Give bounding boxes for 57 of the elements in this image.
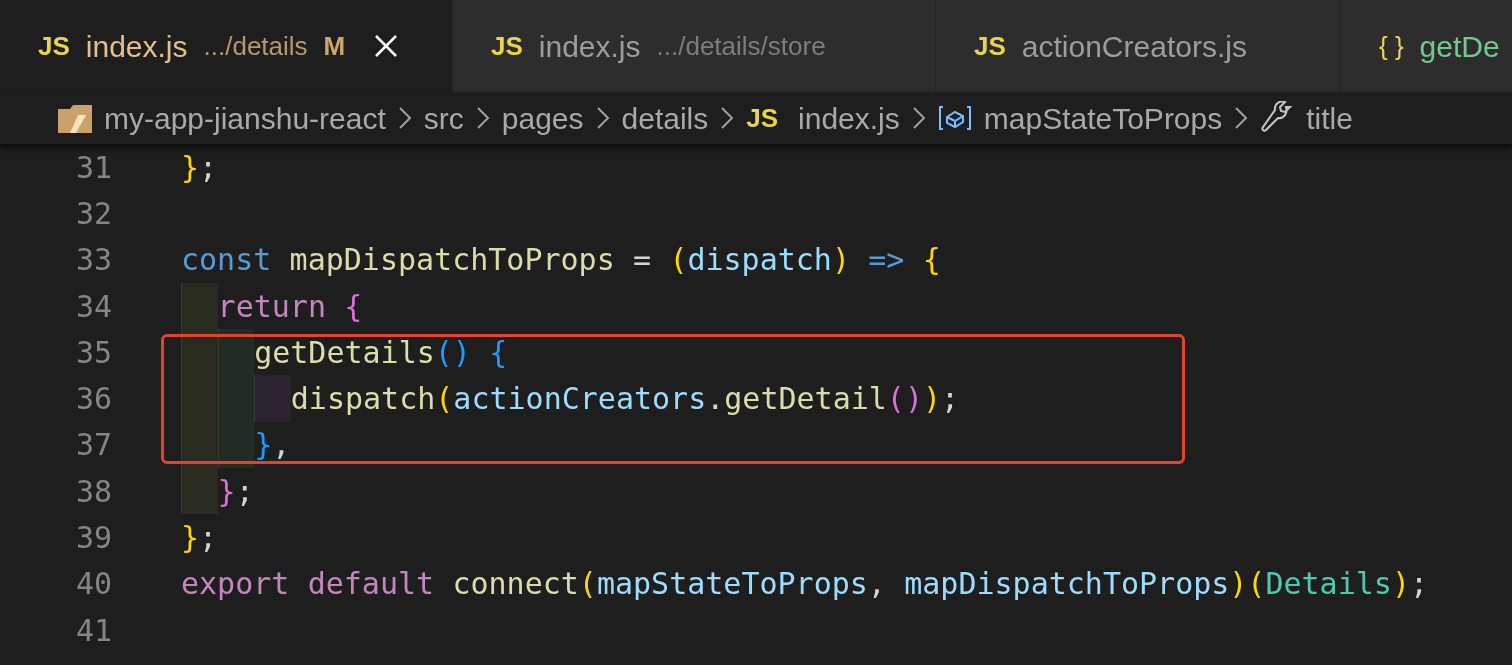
tab-label: index.js bbox=[538, 28, 641, 65]
tab-label: getDe bbox=[1419, 28, 1500, 65]
code-line: }; bbox=[217, 472, 254, 511]
editor-tab[interactable]: JS index.js .../details/store bbox=[452, 0, 935, 92]
line-number: 33 bbox=[74, 241, 112, 280]
chevron-icon bbox=[595, 106, 610, 130]
line-number: 37 bbox=[74, 426, 112, 465]
line-number: 40 bbox=[74, 565, 112, 604]
code-line: }; bbox=[181, 148, 218, 187]
code-line: }, bbox=[254, 426, 291, 465]
line-number: 35 bbox=[74, 333, 112, 372]
breadcrumb-item[interactable]: mapStateToProps bbox=[983, 95, 1223, 141]
variable-icon bbox=[937, 105, 972, 131]
code-line: const mapDispatchToProps = (dispatch) => { bbox=[181, 241, 941, 280]
code-line: }; bbox=[181, 519, 218, 557]
line-number: 41 bbox=[74, 611, 112, 650]
code-line: dispatch(actionCreators.getDetail()); bbox=[290, 380, 960, 419]
breadcrumb-item[interactable]: pages bbox=[501, 95, 584, 141]
indent-guide bbox=[254, 375, 291, 422]
file-type-icon: JS bbox=[746, 98, 779, 138]
editor-tab[interactable]: { } getDe bbox=[1340, 0, 1512, 92]
chevron-icon bbox=[1234, 106, 1249, 130]
editor-tab[interactable]: JS actionCreators.js bbox=[935, 0, 1340, 92]
breadcrumb-item[interactable]: my-app-jianshu-react bbox=[104, 95, 386, 141]
line-number: 34 bbox=[74, 287, 112, 326]
breadcrumb-item[interactable]: title bbox=[1306, 95, 1353, 141]
tab-label: actionCreators.js bbox=[1021, 28, 1247, 65]
tab-label: index.js bbox=[85, 28, 188, 65]
modified-label: M bbox=[323, 29, 346, 63]
chevron-icon bbox=[397, 106, 412, 130]
file-type-icon: { } bbox=[1379, 26, 1404, 66]
editor-tab[interactable]: JS index.js .../details M bbox=[0, 0, 452, 92]
file-type-icon: JS bbox=[491, 26, 523, 66]
line-number: 38 bbox=[74, 472, 112, 511]
breadcrumb-item[interactable]: details bbox=[621, 95, 709, 141]
code-line: return { bbox=[217, 287, 363, 326]
file-type-icon: JS bbox=[974, 26, 1006, 66]
folder-icon bbox=[58, 103, 92, 133]
chevron-icon bbox=[475, 106, 490, 130]
indent-guide bbox=[181, 468, 218, 515]
code-line: export default connect(mapStateToProps, mapDispatchToProps)(Details); bbox=[181, 565, 1428, 604]
indent-guide bbox=[181, 282, 218, 330]
line-number: 39 bbox=[74, 519, 112, 557]
chevron-icon bbox=[720, 106, 735, 130]
line-number: 36 bbox=[74, 380, 112, 419]
code-line: getDetails() { bbox=[254, 333, 508, 372]
breadcrumb-item[interactable]: src bbox=[423, 95, 464, 141]
file-type-icon: JS bbox=[38, 26, 70, 66]
line-number: 31 bbox=[74, 148, 112, 187]
breadcrumb-item[interactable]: index.js bbox=[798, 95, 900, 141]
indent-guide bbox=[217, 329, 255, 376]
close-icon[interactable] bbox=[373, 33, 400, 59]
chevron-icon bbox=[911, 106, 926, 130]
tab-path: .../details/store bbox=[656, 29, 826, 63]
tab-path: .../details bbox=[203, 29, 308, 63]
line-number: 32 bbox=[74, 194, 112, 233]
wrench-icon bbox=[1260, 101, 1295, 135]
